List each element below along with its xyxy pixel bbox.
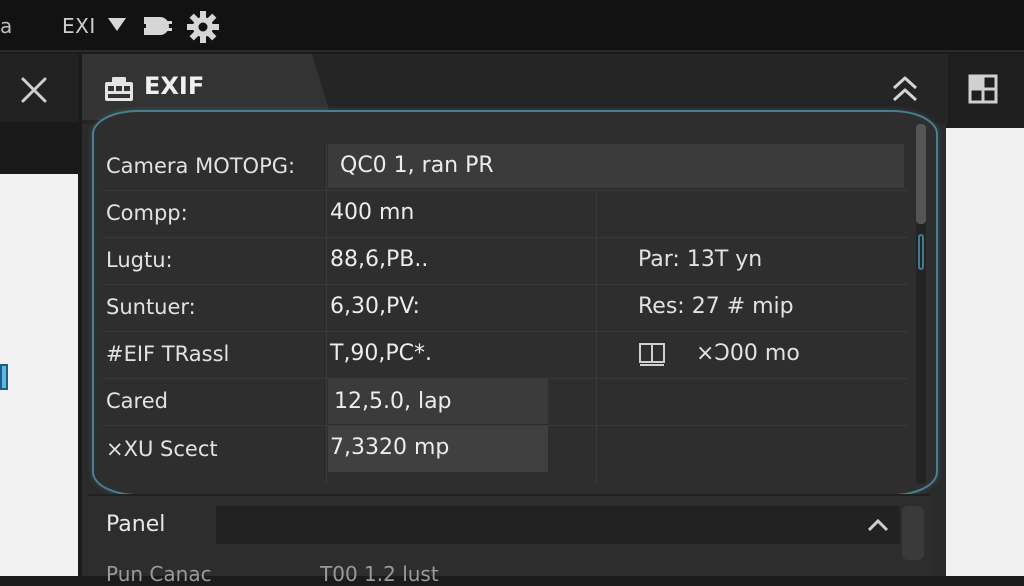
exif-row-label: Lugtu: <box>106 248 173 272</box>
exif-menu-label[interactable]: EXI <box>62 14 96 38</box>
exif-panel: EXIF Camera MOTOPG: QC0 1, ran PR Compp:… <box>80 54 948 586</box>
exif-row-value[interactable]: T,90,PC*. <box>330 341 432 366</box>
sub-panel-header-bar[interactable] <box>216 506 900 544</box>
exif-row-value[interactable]: QC0 1, ran PR <box>340 153 494 178</box>
plug-icon[interactable] <box>140 13 172 39</box>
exif-row-value[interactable]: 7,3320 mp <box>330 435 449 460</box>
left-panel-header-band <box>0 122 78 174</box>
panel-title: EXIF <box>144 72 205 100</box>
layout-icon[interactable] <box>968 74 998 104</box>
toolbar-left-fragment: a <box>0 14 13 38</box>
left-canvas-area <box>0 174 78 576</box>
chevron-up-icon[interactable] <box>866 516 890 534</box>
exif-row-label: Suntuer: <box>106 295 196 319</box>
exif-row-extra: Res: 27 # mip <box>638 294 794 319</box>
sub-panel-row-value: T00 1.2 lust <box>320 562 439 586</box>
exif-row-label: #EIF TRassl <box>106 342 230 366</box>
close-icon[interactable] <box>16 72 52 108</box>
collapse-up-icon[interactable] <box>888 72 922 106</box>
sub-panel-row-label: Pun Canac <box>106 562 212 586</box>
exif-row-label: ×XU Scect <box>106 437 218 461</box>
exif-row-extra: ×Ↄ00 mo <box>696 341 800 366</box>
exif-row-value[interactable]: 12,5.0, lap <box>334 389 452 414</box>
book-icon[interactable] <box>638 342 666 368</box>
exif-row-label: Cared <box>106 389 168 413</box>
sub-panel-title[interactable]: Panel <box>106 512 165 537</box>
exif-row-value[interactable]: 6,30,PV: <box>330 294 420 319</box>
exif-scrollbar-thumb[interactable] <box>916 124 926 224</box>
exif-row-label: Compp: <box>106 201 188 225</box>
exif-row-value[interactable]: 400 mn <box>330 200 414 225</box>
exif-row-label: Camera MOTOPG: <box>106 154 296 178</box>
right-canvas-area <box>946 128 1024 576</box>
gear-icon[interactable] <box>186 10 220 44</box>
scroll-indicator[interactable] <box>918 234 924 270</box>
top-toolbar: a EXI <box>0 0 1024 52</box>
camera-icon <box>105 77 133 101</box>
selection-marker[interactable] <box>0 364 8 390</box>
exif-row-value[interactable]: 88,6,PB.. <box>330 247 428 272</box>
exif-row-extra: Par: 13T yn <box>638 247 763 272</box>
sub-panel-scrollbar[interactable] <box>902 506 924 560</box>
dropdown-caret-icon[interactable] <box>108 18 126 31</box>
